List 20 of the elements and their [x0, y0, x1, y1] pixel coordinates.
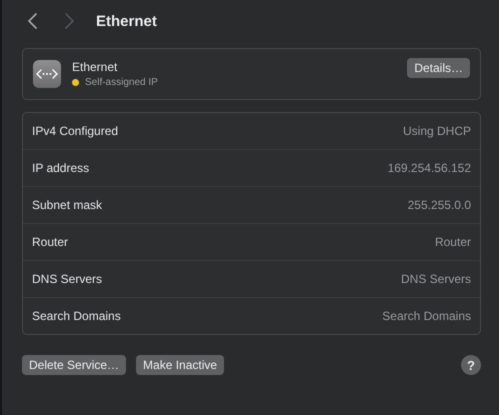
delete-service-button[interactable]: Delete Service…: [22, 355, 126, 375]
row-value: 255.255.0.0: [408, 198, 471, 212]
row-label: DNS Servers: [32, 272, 102, 286]
row-label: Search Domains: [32, 309, 121, 323]
help-button[interactable]: ?: [461, 355, 481, 375]
details-button[interactable]: Details…: [407, 58, 470, 78]
row-label: IP address: [32, 161, 90, 175]
row-label: IPv4 Configured: [32, 124, 118, 138]
status-text: Self-assigned IP: [85, 77, 158, 88]
row-label: Subnet mask: [32, 198, 102, 212]
row-value: Search Domains: [382, 309, 471, 323]
row-label: Router: [32, 235, 68, 249]
service-name: Ethernet: [72, 60, 118, 74]
back-button[interactable]: [25, 12, 39, 30]
ethernet-icon: [33, 60, 61, 88]
row-value: DNS Servers: [400, 272, 471, 286]
row-value: 169.254.56.152: [388, 161, 471, 175]
window-title: Ethernet: [96, 12, 157, 30]
row-value: Router: [434, 235, 471, 249]
row-value: Using DHCP: [402, 124, 471, 138]
